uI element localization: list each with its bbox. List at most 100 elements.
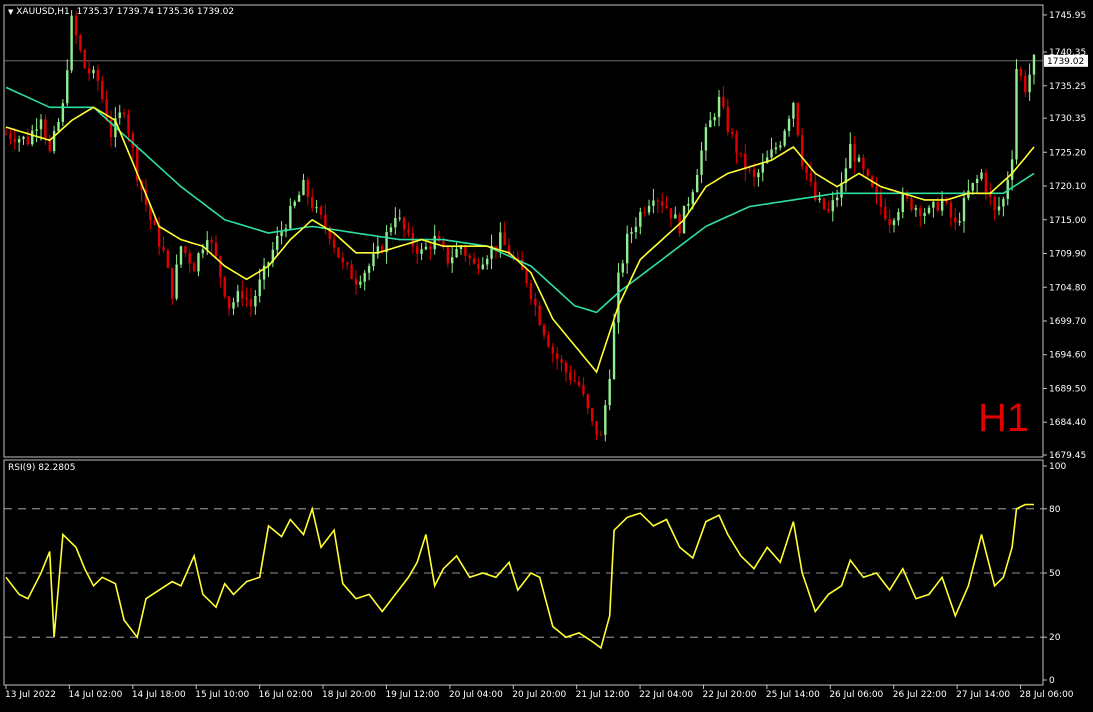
candle-body [590,408,594,422]
candle-body [1032,54,1036,75]
candle-body [862,157,865,170]
candle-body [831,200,834,212]
candle-body [289,205,292,229]
candle-body [398,217,401,219]
time-axis-label: 20 Jul 20:00 [512,690,566,700]
candle-body [525,270,528,284]
price-axis-label: 1684.40 [1049,418,1086,428]
candle-body [608,378,611,406]
candle-body [783,130,786,146]
candle-body [617,272,620,323]
candle-body [61,103,65,123]
candle-body [429,246,432,250]
candle-body [542,324,546,336]
candle-body [367,266,371,273]
candle-body [332,239,336,248]
candle-body [910,198,913,210]
price-axis-label: 1725.20 [1049,148,1086,158]
candle-body [337,247,340,258]
candle-body [709,120,712,128]
candle-body [687,203,690,206]
candle-body [1024,75,1027,93]
candle-body [573,379,576,382]
candle-body [394,218,397,228]
candle-body [122,112,126,115]
candle-body [984,172,988,192]
candle-body [739,152,743,154]
candle-body [22,136,25,139]
candle-body [774,147,778,150]
candle-body [980,172,983,179]
candle-body [713,117,716,121]
candle-body [459,246,463,249]
time-axis-label: 26 Jul 22:00 [893,690,947,700]
candle-body [800,135,804,167]
time-axis-label: 27 Jul 14:00 [956,690,1010,700]
candle-body [214,242,218,257]
candle-body [201,249,205,254]
rsi-axis-label: 80 [1049,505,1061,515]
candle-body [162,246,165,251]
candle-body [547,335,550,347]
time-axis-label: 26 Jul 06:00 [829,690,883,700]
chart-window: 1745.95 1740.35 1735.25 1730.35 1725.20 1720.… [0,0,1093,708]
candle-body [166,250,170,268]
candle-body [730,131,734,134]
candle-body [503,232,506,246]
rsi-axis-label: 100 [1049,462,1066,472]
candle-body [757,172,760,178]
candle-body [634,226,638,233]
candle-body [639,211,642,227]
candle-body [656,200,659,202]
candle-body [302,179,305,196]
chart-canvas[interactable]: 1745.951740.351735.251730.351725.201720.… [0,0,1093,708]
candle-body [446,247,450,264]
price-axis-label: 1694.60 [1049,351,1086,361]
candle-body [118,112,121,119]
candle-body [958,221,961,223]
candle-body [153,220,156,226]
candle-body [630,232,633,234]
candle-body [652,200,655,206]
candle-body [879,194,883,207]
symbol-dropdown-icon[interactable]: ▼ [8,8,13,16]
candle-body [499,232,502,249]
rsi-axis-label: 50 [1049,569,1061,579]
candle-body [74,15,78,36]
candle-body [665,205,668,209]
candle-body [293,201,296,206]
time-axis-label: 28 Jul 06:00 [1020,690,1074,700]
time-axis-label: 18 Jul 20:00 [322,690,376,700]
rsi-header: RSI(9) 82.2805 [8,463,76,473]
chart-header: ▼ XAUUSD,H1 1735.37 1739.74 1735.36 1739… [8,7,234,17]
candle-body [280,231,283,236]
candle-body [669,208,673,219]
time-axis-label: 14 Jul 18:00 [132,690,186,700]
candle-body [993,196,996,211]
candle-body [949,202,953,218]
candle-body [647,205,651,213]
candle-body [9,133,12,139]
candle-body [319,207,323,215]
candle-body [346,262,349,265]
candle-body [901,194,904,213]
symbol-label: XAUUSD,H1 [16,7,70,17]
candle-body [1028,74,1031,93]
candle-body [26,136,30,145]
candle-body [853,143,856,162]
candle-body [805,166,808,174]
candle-body [932,201,935,208]
candle-body [315,207,318,209]
candle-body [599,434,603,436]
candle-body [232,302,235,309]
price-axis-label: 1704.80 [1049,283,1086,293]
candle-body [39,119,43,130]
candle-body [52,131,56,152]
candle-body [962,198,966,222]
candle-body [83,49,86,69]
candle-body [582,385,585,395]
candle-body [17,138,21,143]
candle-body [464,246,467,256]
candle-body [923,213,926,216]
candle-body [835,197,839,201]
